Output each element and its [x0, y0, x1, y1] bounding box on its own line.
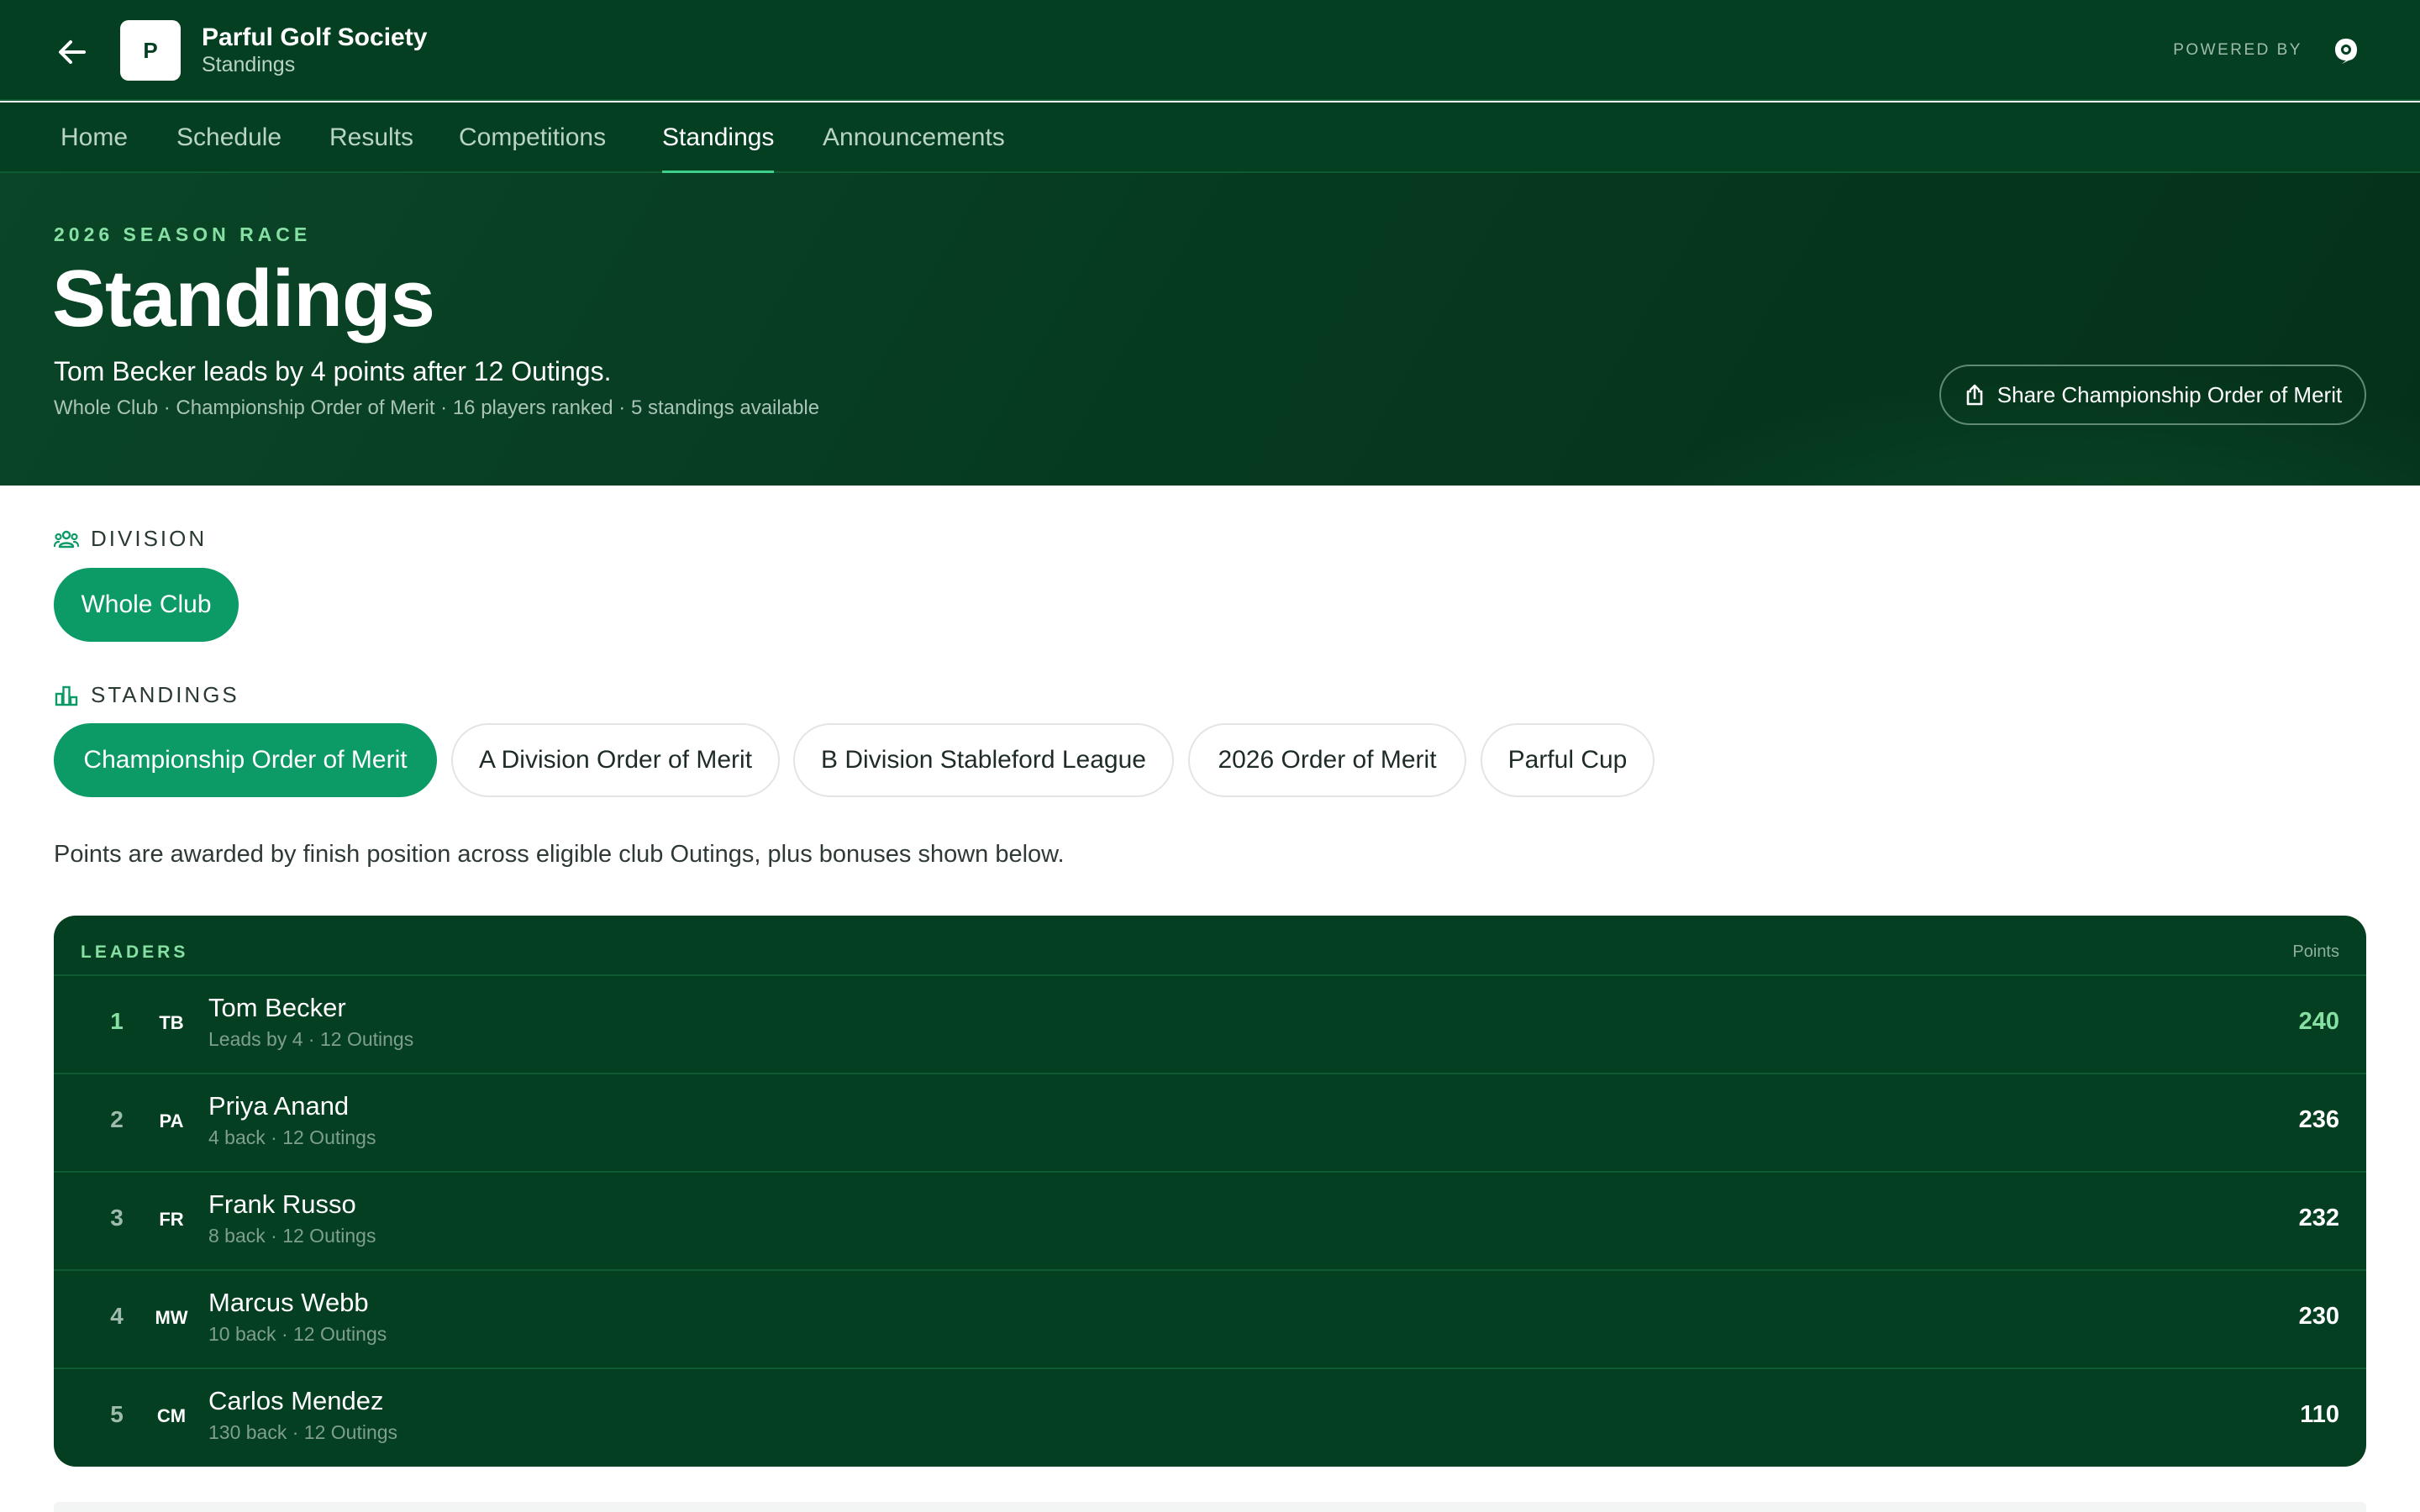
standings-chip-2026-order-of-merit[interactable]: 2026 Order of Merit	[1188, 723, 1466, 797]
main-nav: Home Schedule Results Competitions Stand…	[0, 102, 2420, 173]
rank: 1	[110, 1008, 124, 1034]
leaders-title: LEADERS	[81, 942, 189, 962]
avatar: MW	[155, 1307, 188, 1328]
powered-by-label: POWERED BY	[2173, 41, 2302, 59]
page-title: Standings	[52, 254, 435, 344]
points-column-header: Points	[2292, 942, 2339, 961]
division-chip-whole-club[interactable]: Whole Club	[54, 568, 239, 642]
group-icon	[54, 530, 79, 548]
club-logo: P	[120, 20, 181, 81]
powered-by-logo-icon[interactable]	[2331, 35, 2361, 66]
player-points: 110	[2300, 1401, 2339, 1428]
standings-chip-a-division-order-of-merit[interactable]: A Division Order of Merit	[451, 723, 780, 797]
leader-row[interactable]: 1 TB Tom Becker Leads by 4 · 12 Outings …	[54, 976, 2366, 1074]
leader-row[interactable]: 4 MW Marcus Webb 10 back · 12 Outings 23…	[54, 1271, 2366, 1369]
player-meta: 130 back · 12 Outings	[208, 1421, 398, 1443]
hero-banner: 2026 SEASON RACE Standings Tom Becker le…	[0, 173, 2420, 486]
player-name: Priya Anand	[208, 1091, 350, 1121]
player-meta: 8 back · 12 Outings	[208, 1225, 376, 1247]
player-name: Carlos Mendez	[208, 1386, 384, 1415]
avatar: TB	[159, 1012, 184, 1033]
tab-standings[interactable]: Standings	[662, 102, 775, 173]
division-label-text: DIVISION	[91, 526, 208, 551]
share-button[interactable]: Share Championship Order of Merit	[1939, 365, 2366, 425]
avatar: PA	[159, 1110, 184, 1131]
next-section-edge	[54, 1502, 2366, 1512]
standings-summary: Tom Becker leads by 4 points after 12 Ou…	[54, 356, 612, 386]
division-label: DIVISION	[54, 526, 207, 552]
rank: 4	[110, 1303, 124, 1329]
standings-chip-b-division-stableford-league[interactable]: B Division Stableford League	[793, 723, 1174, 797]
page-subtitle: Standings	[202, 53, 296, 76]
player-points: 236	[2298, 1106, 2339, 1133]
arrow-left-icon	[59, 40, 86, 64]
player-points: 232	[2298, 1205, 2339, 1231]
season-eyebrow: 2026 SEASON RACE	[54, 223, 312, 245]
tab-results[interactable]: Results	[329, 102, 413, 173]
avatar: FR	[159, 1209, 184, 1230]
tab-home[interactable]: Home	[60, 102, 128, 173]
tab-announcements[interactable]: Announcements	[823, 102, 1005, 173]
club-name: Parful Golf Society	[202, 24, 428, 51]
tab-competitions[interactable]: Competitions	[459, 102, 606, 173]
player-points: 240	[2298, 1008, 2339, 1035]
podium-icon	[55, 685, 78, 706]
points-explanation: Points are awarded by finish position ac…	[54, 841, 1065, 868]
player-meta: Leads by 4 · 12 Outings	[208, 1028, 414, 1050]
share-button-label: Share Championship Order of Merit	[1996, 381, 2343, 407]
tab-schedule[interactable]: Schedule	[176, 102, 281, 173]
player-name: Marcus Webb	[208, 1288, 369, 1317]
player-meta: 4 back · 12 Outings	[208, 1126, 376, 1148]
standings-chip-championship-order-of-merit[interactable]: Championship Order of Merit	[54, 723, 437, 797]
leader-row[interactable]: 3 FR Frank Russo 8 back · 12 Outings 232	[54, 1173, 2366, 1271]
back-button[interactable]	[55, 35, 89, 69]
rank: 3	[110, 1205, 124, 1231]
standings-label-text: STANDINGS	[91, 682, 239, 707]
rank: 2	[110, 1106, 124, 1132]
share-icon	[1966, 384, 1983, 406]
player-name: Frank Russo	[208, 1189, 356, 1219]
top-bar: P Parful Golf Society Standings POWERED …	[0, 0, 2420, 101]
leader-row[interactable]: 5 CM Carlos Mendez 130 back · 12 Outings…	[54, 1369, 2366, 1467]
standings-meta: Whole Club · Championship Order of Merit…	[54, 396, 820, 419]
standings-chip-parful-cup[interactable]: Parful Cup	[1481, 723, 1655, 797]
standings-label: STANDINGS	[54, 682, 239, 708]
leader-row[interactable]: 2 PA Priya Anand 4 back · 12 Outings 236	[54, 1074, 2366, 1173]
avatar: CM	[156, 1405, 187, 1426]
leaders-card: LEADERS Points 1 TB Tom Becker Leads by …	[54, 916, 2366, 1467]
leaders-header: LEADERS Points	[54, 916, 2366, 976]
player-points: 230	[2298, 1303, 2339, 1330]
player-name: Tom Becker	[208, 993, 346, 1022]
rank: 5	[110, 1401, 124, 1427]
player-meta: 10 back · 12 Outings	[208, 1323, 387, 1345]
